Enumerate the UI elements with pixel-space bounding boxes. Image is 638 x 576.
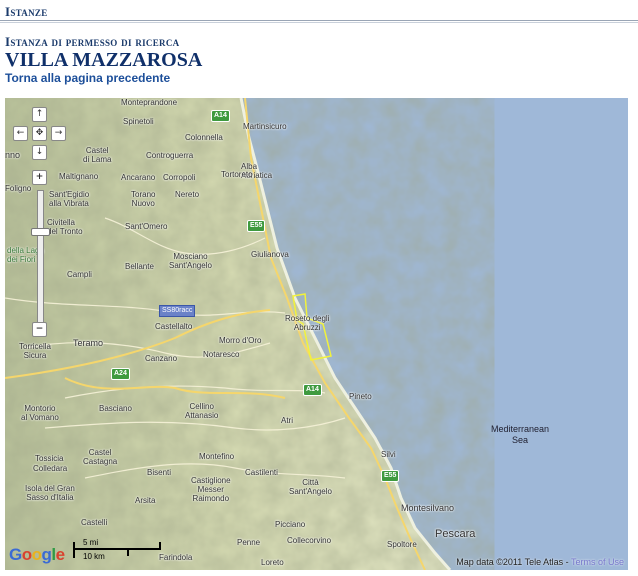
map-terrain <box>5 98 628 570</box>
place-label: Spinetoli <box>123 117 154 126</box>
place-label: Città Sant'Angelo <box>289 478 332 496</box>
zoom-out-button[interactable]: − <box>32 322 47 337</box>
road-shield: E55 <box>381 470 400 482</box>
place-label: Cellino Attanasio <box>185 402 219 420</box>
pan-right-button[interactable]: → <box>51 126 66 141</box>
zoom-slider-handle[interactable] <box>31 228 50 236</box>
place-label: Sant'Omero <box>125 222 168 231</box>
road-label: SS80racc <box>159 305 196 317</box>
scale-bar <box>73 548 161 550</box>
place-label: Torricella Sicura <box>19 342 52 360</box>
place-label: Castel Castagna <box>83 448 118 466</box>
scale-tick <box>127 549 129 556</box>
place-label: Loreto <box>261 558 284 567</box>
zoom-in-button[interactable]: + <box>32 170 47 185</box>
place-label: Roseto degli Abruzzi <box>285 314 330 332</box>
place-label: Foligno <box>5 184 32 193</box>
divider-secondary <box>0 22 638 23</box>
place-label: Tossicia <box>35 454 64 463</box>
place-label: Tortoreto <box>221 170 253 179</box>
sea-label: Mediterranean Sea <box>491 424 550 445</box>
place-label: Arsita <box>135 496 156 505</box>
place-label: Controguerra <box>146 151 194 160</box>
pan-center-button[interactable]: ✥ <box>32 126 47 141</box>
place-label: Collecorvino <box>287 536 332 545</box>
place-label: Castiglione Messer Raimondo <box>191 476 231 503</box>
place-label: Picciano <box>275 520 306 529</box>
road-shield: E55 <box>247 220 266 232</box>
place-label: Colledara <box>33 464 68 473</box>
place-label: Teramo <box>73 338 104 348</box>
place-label: Ancarano <box>121 173 156 182</box>
road-shield: A14 <box>303 384 322 396</box>
place-label: Bisenti <box>147 468 172 477</box>
page-title: VILLA MAZZAROSA <box>5 49 203 71</box>
place-label: Civitella del Tronto <box>47 218 83 236</box>
place-label: Isola del Gran Sasso d'Italia <box>25 484 75 502</box>
place-label: Mosciano Sant'Angelo <box>169 252 212 270</box>
place-label: Monteprandone <box>121 98 178 107</box>
place-label: Castellalto <box>155 322 193 331</box>
place-label: Pescara <box>435 528 476 540</box>
place-label: Penne <box>237 538 261 547</box>
pan-left-button[interactable]: ← <box>13 126 28 141</box>
terms-of-use-link[interactable]: Terms of Use <box>571 557 624 567</box>
google-logo[interactable]: Google <box>9 545 65 565</box>
place-label: Colonnella <box>185 133 223 142</box>
road-shield: A14 <box>211 110 230 122</box>
place-label: Sant'Egidio alla Vibrata <box>49 190 90 208</box>
place-label: Castelli <box>81 518 108 527</box>
place-label: Bellante <box>125 262 154 271</box>
place-label: Atri <box>281 416 293 425</box>
scale-km-label: 10 km <box>83 552 105 561</box>
place-label: Corropoli <box>163 173 196 182</box>
back-link[interactable]: Torna alla pagina precedente <box>5 71 170 85</box>
pan-down-button[interactable]: ↓ <box>32 145 47 160</box>
place-label: Castilenti <box>245 468 278 477</box>
place-label: Montesilvano <box>401 503 455 513</box>
scale-miles-label: 5 mi <box>83 538 99 547</box>
page-subtitle: Istanza di permesso di ricerca <box>5 34 180 49</box>
place-label: Montefino <box>199 452 235 461</box>
place-label: Morro d'Oro <box>219 336 262 345</box>
place-label: nno <box>5 150 21 160</box>
place-label: Nereto <box>175 190 200 199</box>
place-label: Pineto <box>349 392 372 401</box>
place-label: Campli <box>67 270 92 279</box>
map-attribution: Map data ©2011 Tele Atlas - Terms of Use <box>456 557 624 567</box>
road-shield: A24 <box>111 368 130 380</box>
place-label: Canzano <box>145 354 178 363</box>
place-label: Silvi <box>381 450 396 459</box>
scale-tick <box>159 542 161 549</box>
map-view[interactable]: Monteprandone Spinetoli Colonnella Marti… <box>5 98 628 570</box>
zoom-slider[interactable] <box>37 190 44 324</box>
place-label: Notaresco <box>203 350 240 359</box>
section-title: Istanze <box>5 4 48 19</box>
place-label: Martinsicuro <box>243 122 287 131</box>
divider <box>0 20 638 21</box>
place-label: Castel di Lama <box>83 146 112 164</box>
place-label: Spoltore <box>387 540 417 549</box>
scale-tick <box>73 542 75 558</box>
place-label: Basciano <box>99 404 132 413</box>
pan-up-button[interactable]: ↑ <box>32 107 47 122</box>
place-label: Torano Nuovo <box>131 190 156 208</box>
place-label: Montorio al Vomano <box>21 404 59 422</box>
map-scale: 5 mi 10 km <box>73 538 173 566</box>
place-label: Maltignano <box>59 172 99 181</box>
attribution-text: Map data ©2011 Tele Atlas - <box>456 557 571 567</box>
place-label: Giulianova <box>251 250 289 259</box>
